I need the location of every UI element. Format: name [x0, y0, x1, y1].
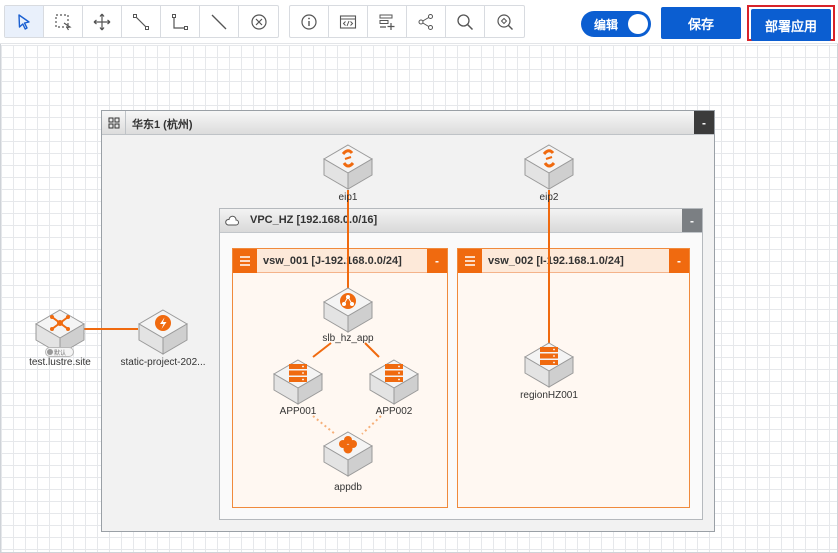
- eip-node-1[interactable]: [322, 143, 374, 191]
- marquee-select-button[interactable]: [44, 6, 83, 37]
- search-button[interactable]: [446, 6, 485, 37]
- elbow-connector-icon: [133, 13, 149, 30]
- node-label-regionhz001: regionHZ001: [520, 390, 578, 401]
- delete-button[interactable]: [239, 6, 278, 37]
- region-title: 华东1 (杭州): [132, 119, 193, 131]
- region-collapse-button[interactable]: -: [694, 111, 714, 134]
- vswitch-title: vsw_001 [J-192.168.0.0/24]: [263, 255, 402, 267]
- share-button[interactable]: [407, 6, 446, 37]
- info-button[interactable]: [290, 6, 329, 37]
- vswitch-list-icon: [233, 249, 257, 273]
- eip-icon: [323, 144, 373, 190]
- add-list-icon: [379, 14, 395, 30]
- vswitch-collapse-button[interactable]: -: [427, 249, 447, 273]
- elbow-connector-button[interactable]: [122, 6, 161, 37]
- select-tool-button[interactable]: [5, 6, 44, 37]
- line-tool-button[interactable]: [200, 6, 239, 37]
- circle-x-icon: [250, 13, 267, 30]
- vswitch-list-icon: [458, 249, 482, 273]
- load-balancer-icon: [323, 287, 373, 333]
- node-label-app001: APP001: [279, 406, 317, 417]
- vpc-collapse-button[interactable]: -: [682, 209, 702, 232]
- drawing-tools-group: [4, 5, 279, 38]
- vpc-header: VPC_HZ [192.168.0.0/16] -: [220, 209, 702, 233]
- toggle-knob: [628, 14, 648, 34]
- info-icon: [301, 13, 317, 30]
- node-label-eip2: eip2: [539, 192, 559, 203]
- node-label-appdb: appdb: [334, 482, 362, 493]
- vswitch-collapse-button[interactable]: -: [669, 249, 689, 273]
- database-icon: [323, 431, 373, 477]
- view-tools-group: [289, 5, 525, 38]
- deploy-app-button[interactable]: 部署应用: [751, 9, 831, 41]
- database-node-appdb[interactable]: [322, 430, 374, 478]
- static-project-node[interactable]: [137, 308, 189, 356]
- server-icon: [369, 359, 419, 405]
- deploy-highlight: 部署应用: [747, 5, 835, 41]
- locate-button[interactable]: [485, 6, 524, 37]
- locate-tag-icon: [496, 13, 513, 30]
- edit-toggle-label: 编辑: [594, 17, 619, 32]
- ecs-node-app002[interactable]: [368, 358, 420, 406]
- search-icon: [457, 13, 474, 30]
- eip-icon: [524, 144, 574, 190]
- ecs-node-regionhz001[interactable]: [523, 341, 575, 389]
- marquee-select-icon: [55, 13, 72, 30]
- vswitch-header: vsw_001 [J-192.168.0.0/24] -: [233, 249, 447, 273]
- move-arrows-icon: [93, 13, 111, 30]
- right-angle-connector-button[interactable]: [161, 6, 200, 37]
- node-label-app002: APP002: [375, 406, 413, 417]
- add-panel-button[interactable]: [368, 6, 407, 37]
- ecs-node-app001[interactable]: [272, 358, 324, 406]
- pan-tool-button[interactable]: [83, 6, 122, 37]
- site-status-badge: 默认: [45, 347, 74, 357]
- node-label-site: test.lustre.site: [29, 357, 91, 368]
- cloud-function-icon: [138, 309, 188, 355]
- cloud-icon: [220, 209, 243, 232]
- server-icon: [524, 342, 574, 388]
- node-label-slb: slb_hz_app: [322, 333, 374, 344]
- vswitch-header: vsw_002 [I-192.168.1.0/24] -: [458, 249, 689, 273]
- pointer-arrow-icon: [18, 13, 30, 30]
- code-view-icon: [339, 14, 357, 29]
- eip-node-2[interactable]: [523, 143, 575, 191]
- save-button[interactable]: 保存: [661, 7, 741, 39]
- node-label-eip1: eip1: [338, 192, 358, 203]
- slb-node[interactable]: [322, 286, 374, 334]
- edit-mode-toggle[interactable]: 编辑: [581, 11, 651, 37]
- toolbar: 编辑 保存 部署应用: [0, 0, 838, 44]
- share-icon: [418, 13, 433, 30]
- code-view-button[interactable]: [329, 6, 368, 37]
- vswitch-title: vsw_002 [I-192.168.1.0/24]: [488, 255, 624, 267]
- node-label-static-project: static-project-202...: [120, 357, 206, 368]
- server-icon: [273, 359, 323, 405]
- region-grid-icon: [102, 111, 126, 134]
- right-angle-connector-icon: [172, 13, 188, 30]
- region-header: 华东1 (杭州) -: [102, 111, 714, 135]
- vpc-title: VPC_HZ [192.168.0.0/16]: [250, 214, 378, 226]
- straight-line-icon: [211, 14, 227, 29]
